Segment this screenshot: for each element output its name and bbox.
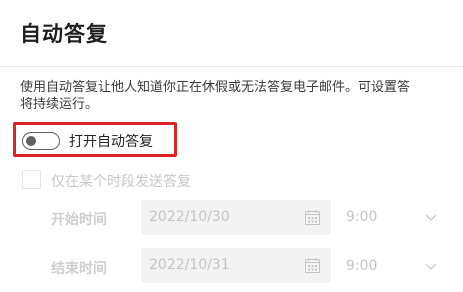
auto-reply-toggle-label[interactable]: 打开自动答复	[69, 131, 153, 151]
start-time-value[interactable]: 9:00	[346, 209, 377, 225]
description-line-2: 将持续运行。	[20, 97, 99, 112]
start-date-field[interactable]: 2022/10/30	[141, 200, 331, 235]
page-title: 自动答复	[20, 22, 108, 46]
end-date-field[interactable]: 2022/10/31	[141, 248, 331, 283]
end-date-value: 2022/10/31	[149, 257, 230, 273]
calendar-icon[interactable]	[304, 257, 321, 274]
start-date-value: 2022/10/30	[149, 209, 230, 225]
auto-reply-toggle[interactable]	[22, 132, 60, 150]
toggle-knob	[26, 136, 36, 146]
end-time-label: 结束时间	[51, 261, 107, 277]
start-time-label: 开始时间	[51, 212, 107, 228]
chevron-down-icon[interactable]	[424, 261, 438, 271]
time-period-checkbox[interactable]	[22, 170, 41, 189]
auto-reply-description: 使用自动答复让他人知道你正在休假或无法答复电子邮件。可设置答 将持续运行。	[20, 79, 463, 113]
header-divider	[0, 66, 463, 67]
calendar-icon[interactable]	[304, 209, 321, 226]
description-line-1: 使用自动答复让他人知道你正在休假或无法答复电子邮件。可设置答	[20, 80, 411, 95]
chevron-down-icon[interactable]	[424, 212, 438, 222]
end-time-value[interactable]: 9:00	[346, 258, 377, 274]
time-period-checkbox-label[interactable]: 仅在某个时段发送答复	[51, 171, 191, 191]
